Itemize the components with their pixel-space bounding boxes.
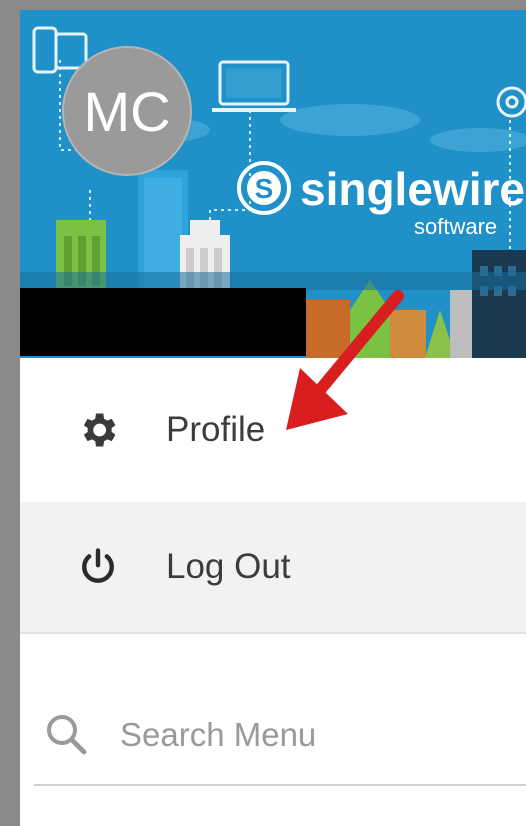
- profile-label: Profile: [166, 410, 266, 449]
- gear-icon: [83, 413, 116, 447]
- avatar[interactable]: MC: [62, 46, 192, 176]
- svg-text:S: S: [255, 173, 274, 204]
- menu-item-profile[interactable]: Profile: [20, 358, 526, 502]
- avatar-initials: MC: [83, 79, 171, 143]
- drawer-menu: Profile Log Out: [20, 358, 526, 632]
- window-frame: [0, 0, 526, 10]
- menu-divider: [20, 632, 526, 634]
- brand-subtitle: software: [414, 214, 498, 239]
- search-input[interactable]: [118, 706, 522, 764]
- header-banner: MC S singlewire software: [20, 10, 526, 358]
- search-icon: [47, 715, 87, 755]
- power-icon: [82, 548, 114, 583]
- singlewire-logo-icon: S: [237, 161, 291, 215]
- search-underline: [34, 784, 526, 786]
- menu-item-logout[interactable]: Log Out: [20, 502, 526, 632]
- brand-name: singlewire: [300, 163, 525, 215]
- search-menu: [34, 700, 526, 786]
- redacted-username: [20, 288, 306, 356]
- navigation-drawer: MC S singlewire software Profile Log Out…: [20, 10, 526, 826]
- logout-label: Log Out: [166, 547, 291, 586]
